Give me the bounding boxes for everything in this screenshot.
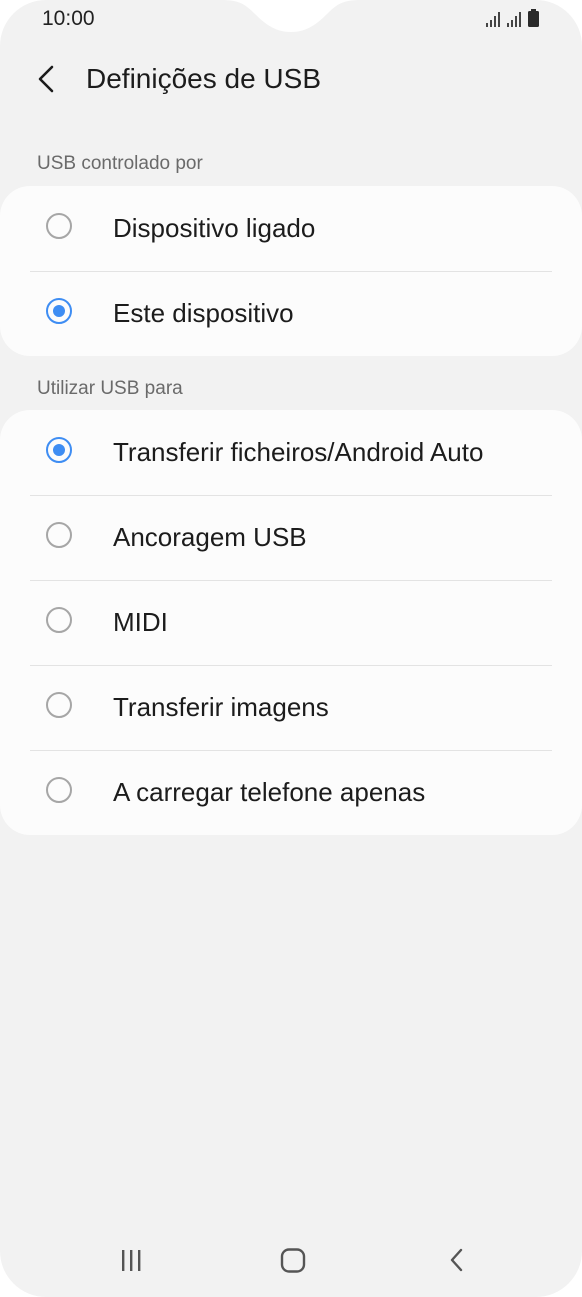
option-connected-device[interactable]: Dispositivo ligado — [0, 186, 582, 271]
page-title: Definições de USB — [86, 63, 322, 94]
section-header-usb-controlled-by: USB controlado por — [37, 153, 203, 174]
option-label: A carregar telefone apenas — [113, 777, 426, 807]
battery-icon — [528, 9, 539, 27]
radio-button[interactable] — [46, 522, 72, 548]
nav-back-button[interactable] — [435, 1242, 479, 1278]
status-icons — [486, 9, 539, 27]
recents-icon — [122, 1250, 141, 1271]
option-label: Transferir imagens — [113, 692, 329, 722]
chevron-left-icon — [38, 65, 54, 93]
status-bar: 10:00 — [0, 0, 582, 40]
back-icon — [450, 1248, 463, 1272]
home-icon — [280, 1248, 306, 1273]
option-label: MIDI — [113, 607, 168, 637]
recents-button[interactable] — [109, 1242, 153, 1278]
option-label: Este dispositivo — [113, 298, 294, 328]
signal-icon — [507, 12, 521, 27]
section-header-use-usb-for: Utilizar USB para — [37, 378, 183, 399]
radio-button[interactable] — [46, 777, 72, 803]
option-label: Dispositivo ligado — [113, 213, 316, 243]
option-file-transfer[interactable]: Transferir ficheiros/Android Auto — [0, 410, 582, 495]
status-time: 10:00 — [42, 7, 95, 30]
radio-button[interactable] — [46, 692, 72, 718]
navigation-bar — [0, 1228, 582, 1292]
option-label: Ancoragem USB — [113, 522, 307, 552]
usb-controlled-by-card: Dispositivo ligado Este dispositivo — [0, 186, 582, 356]
radio-button[interactable] — [46, 607, 72, 633]
radio-button[interactable] — [46, 213, 72, 239]
phone-screen: 10:00 Definições de USB USB controlado p… — [0, 0, 582, 1297]
option-label: Transferir ficheiros/Android Auto — [113, 437, 484, 467]
radio-button[interactable] — [46, 437, 72, 463]
radio-button[interactable] — [46, 298, 72, 324]
back-button[interactable] — [28, 60, 68, 100]
option-midi[interactable]: MIDI — [0, 580, 582, 665]
option-charging-only[interactable]: A carregar telefone apenas — [0, 750, 582, 835]
app-bar: Definições de USB — [0, 50, 582, 110]
home-button[interactable] — [271, 1242, 315, 1278]
option-usb-tethering[interactable]: Ancoragem USB — [0, 495, 582, 580]
use-usb-for-card: Transferir ficheiros/Android Auto Ancora… — [0, 410, 582, 835]
option-this-device[interactable]: Este dispositivo — [0, 271, 582, 356]
option-transfer-images[interactable]: Transferir imagens — [0, 665, 582, 750]
signal-icon — [486, 12, 500, 27]
